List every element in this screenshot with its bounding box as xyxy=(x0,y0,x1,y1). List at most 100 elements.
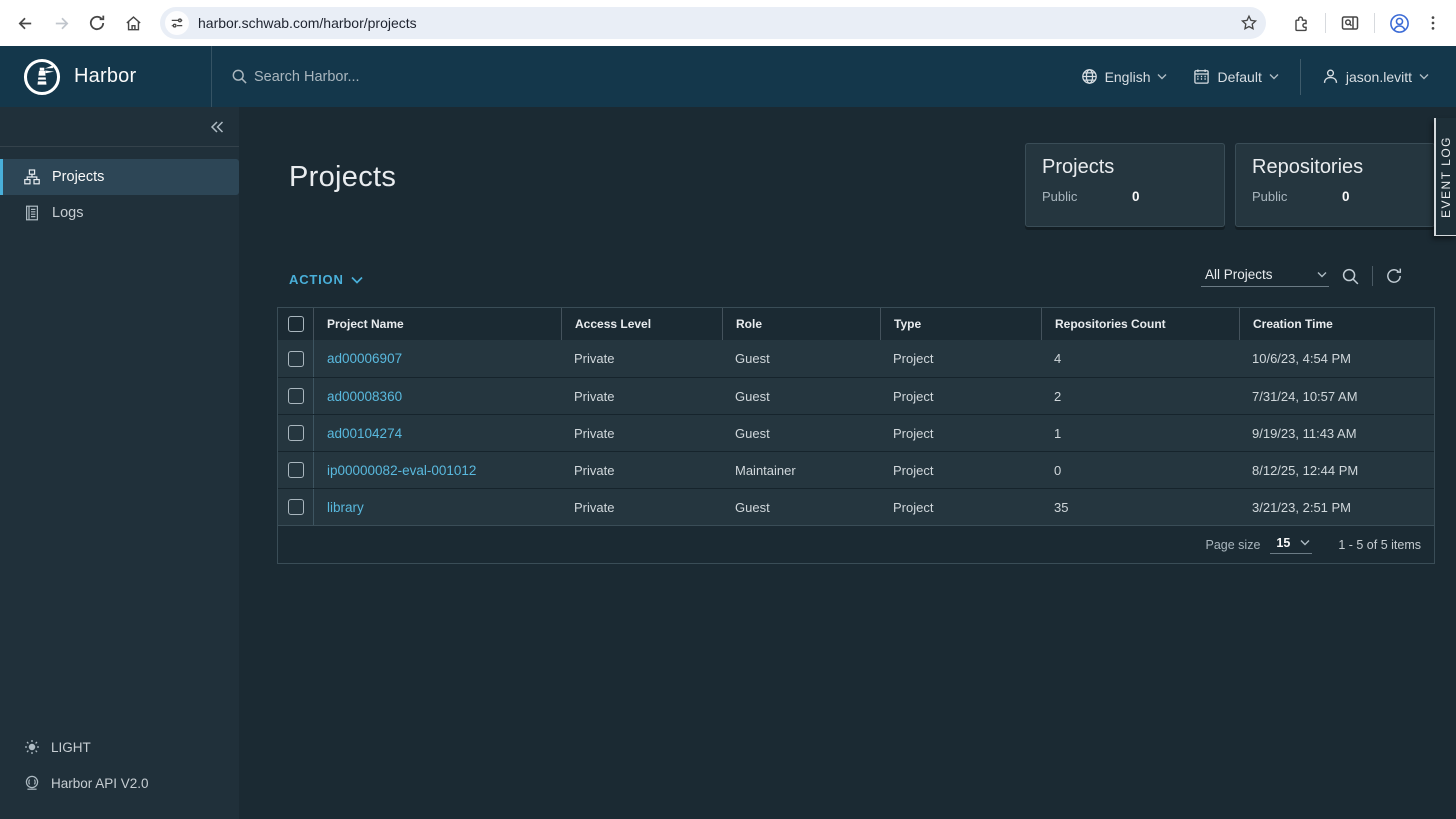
table-header-row: Project Name Access Level Role Type Repo… xyxy=(278,307,1434,340)
projects-summary-card: Projects Public 0 xyxy=(1025,143,1225,227)
extensions-button[interactable] xyxy=(1292,14,1311,33)
repos-count-cell: 4 xyxy=(1041,340,1239,377)
role-cell: Guest xyxy=(722,489,880,525)
row-checkbox[interactable] xyxy=(288,388,304,404)
logs-list-icon xyxy=(24,205,40,221)
repos-count-cell: 1 xyxy=(1041,415,1239,451)
sidebar: Projects Logs LIGHT Harbor API V2.0 xyxy=(0,107,239,819)
username-label: jason.levitt xyxy=(1346,69,1412,85)
page-size-value: 15 xyxy=(1276,536,1290,550)
extensions-puzzle-icon xyxy=(1292,14,1311,33)
select-all-checkbox[interactable] xyxy=(288,316,304,332)
browser-home-button[interactable] xyxy=(118,8,148,38)
main-content: Projects Projects Public 0 Repositories … xyxy=(239,107,1456,819)
browser-profile-button[interactable] xyxy=(1389,13,1410,34)
event-log-tab[interactable]: EVENT LOG xyxy=(1434,118,1456,236)
sun-icon xyxy=(24,739,40,755)
column-header-project-name[interactable]: Project Name xyxy=(313,308,561,340)
access-level-cell: Private xyxy=(561,452,722,488)
address-bar[interactable]: harbor.schwab.com/harbor/projects xyxy=(160,7,1266,39)
browser-menu-button[interactable] xyxy=(1424,14,1442,32)
toolbar-separator xyxy=(1374,13,1375,33)
metric-label: Public xyxy=(1252,189,1342,204)
column-header-role[interactable]: Role xyxy=(722,308,880,340)
row-checkbox[interactable] xyxy=(288,462,304,478)
project-link[interactable]: ip00000082-eval-001012 xyxy=(327,463,476,478)
column-header-repositories-count[interactable]: Repositories Count xyxy=(1041,308,1239,340)
creation-time-cell: 8/12/25, 12:44 PM xyxy=(1239,452,1434,488)
role-cell: Guest xyxy=(722,415,880,451)
table-search-button[interactable] xyxy=(1341,267,1360,286)
table-row: ad00008360 Private Guest Project 2 7/31/… xyxy=(278,377,1434,414)
table-body: ad00006907 Private Guest Project 4 10/6/… xyxy=(278,340,1434,525)
bookmark-star-button[interactable] xyxy=(1240,14,1258,32)
project-link[interactable]: ad00006907 xyxy=(327,351,402,366)
url-text[interactable]: harbor.schwab.com/harbor/projects xyxy=(198,15,1240,31)
header-separator xyxy=(1300,59,1301,95)
sidebar-item-projects[interactable]: Projects xyxy=(0,159,239,195)
search-input[interactable] xyxy=(254,69,574,85)
back-arrow-icon xyxy=(16,14,35,33)
table-row: library Private Guest Project 35 3/21/23… xyxy=(278,488,1434,525)
site-info-button[interactable] xyxy=(165,11,189,35)
toolbar-separator xyxy=(1372,266,1373,286)
repos-count-cell: 35 xyxy=(1041,489,1239,525)
event-log-label: EVENT LOG xyxy=(1439,136,1453,218)
chevron-down-icon xyxy=(1317,271,1327,278)
side-panel-search-icon xyxy=(1340,13,1360,33)
card-title: Projects xyxy=(1042,156,1208,179)
harbor-api-link[interactable]: Harbor API V2.0 xyxy=(0,765,239,801)
theme-toggle-light[interactable]: LIGHT xyxy=(0,729,239,765)
page-size-select[interactable]: 15 xyxy=(1270,536,1312,554)
row-checkbox[interactable] xyxy=(288,425,304,441)
refresh-icon xyxy=(88,14,106,32)
registry-scope-label: Default xyxy=(1217,69,1261,85)
browser-forward-button[interactable] xyxy=(46,8,76,38)
access-level-cell: Private xyxy=(561,415,722,451)
column-header-creation-time[interactable]: Creation Time xyxy=(1239,308,1434,340)
global-search[interactable] xyxy=(211,46,1068,107)
profile-avatar-icon xyxy=(1389,13,1410,34)
row-checkbox[interactable] xyxy=(288,351,304,367)
project-filter-select[interactable]: All Projects xyxy=(1201,265,1329,287)
role-cell: Guest xyxy=(722,340,880,377)
search-icon xyxy=(1341,267,1360,286)
column-header-access-level[interactable]: Access Level xyxy=(561,308,722,340)
repos-count-cell: 0 xyxy=(1041,452,1239,488)
browser-refresh-button[interactable] xyxy=(82,8,112,38)
project-link[interactable]: ad00008360 xyxy=(327,389,402,404)
kebab-menu-icon xyxy=(1424,14,1442,32)
projects-org-icon xyxy=(24,169,40,185)
metric-value: 0 xyxy=(1342,189,1350,204)
table-refresh-button[interactable] xyxy=(1385,267,1403,285)
home-icon xyxy=(124,14,143,33)
project-link[interactable]: library xyxy=(327,500,364,515)
sidebar-item-label: Projects xyxy=(52,169,104,185)
sidebar-item-logs[interactable]: Logs xyxy=(0,195,239,231)
api-swagger-icon xyxy=(24,775,40,791)
row-checkbox[interactable] xyxy=(288,499,304,515)
repos-count-cell: 2 xyxy=(1041,378,1239,414)
collapse-sidebar-icon[interactable] xyxy=(209,120,225,134)
user-menu-dropdown[interactable]: jason.levitt xyxy=(1309,46,1442,107)
column-header-type[interactable]: Type xyxy=(880,308,1041,340)
action-dropdown-button[interactable]: ACTION xyxy=(289,272,363,287)
summary-cards: Projects Public 0 Repositories Public 0 xyxy=(1025,143,1435,227)
card-title: Repositories xyxy=(1252,156,1418,179)
side-panel-search-button[interactable] xyxy=(1340,13,1360,33)
registry-scope-dropdown[interactable]: Default xyxy=(1180,46,1291,107)
harbor-brand[interactable]: Harbor xyxy=(0,46,211,107)
sidebar-collapse-row xyxy=(0,107,239,147)
project-link[interactable]: ad00104274 xyxy=(327,426,402,441)
metric-value: 0 xyxy=(1132,189,1140,204)
chevron-down-icon xyxy=(1269,73,1279,80)
chevron-down-icon xyxy=(1300,539,1310,546)
projects-table: Project Name Access Level Role Type Repo… xyxy=(277,307,1435,564)
creation-time-cell: 9/19/23, 11:43 AM xyxy=(1239,415,1434,451)
language-dropdown[interactable]: English xyxy=(1068,46,1181,107)
calendar-icon xyxy=(1193,68,1210,85)
browser-back-button[interactable] xyxy=(10,8,40,38)
forward-arrow-icon xyxy=(52,14,71,33)
harbor-logo-icon xyxy=(23,58,61,96)
type-cell: Project xyxy=(880,489,1041,525)
